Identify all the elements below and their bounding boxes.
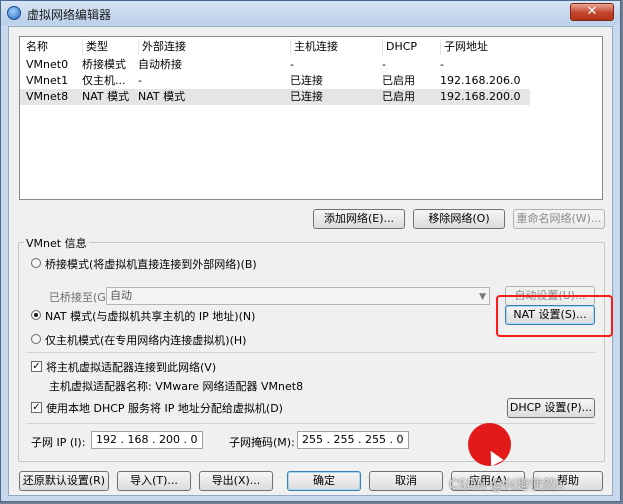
connect-adapter-checkbox[interactable]: ✓ (31, 361, 42, 372)
nat-mode-label[interactable]: NAT 模式(与虚拟机共享主机的 IP 地址)(N) (45, 308, 255, 324)
close-button[interactable]: ✕ (570, 3, 614, 21)
table-cell: 已连接 (290, 74, 323, 87)
restore-defaults-button[interactable]: 还原默认设置(R) (19, 471, 109, 491)
table-cell: VMnet1 (26, 74, 69, 87)
dialog-client-area: 名称 类型 外部连接 主机连接 DHCP 子网地址 VMnet0 桥接模式 自动… (8, 26, 613, 496)
vmnet-info-title: VMnet 信息 (24, 235, 89, 251)
table-cell: 自动桥接 (138, 58, 182, 71)
table-cell: 已启用 (382, 74, 415, 87)
separator (27, 352, 595, 353)
table-cell: - (382, 58, 386, 71)
table-row-vmnet8[interactable]: VMnet8 NAT 模式 NAT 模式 已连接 已启用 192.168.200… (20, 89, 530, 105)
table-row-vmnet0[interactable]: VMnet0 桥接模式 自动桥接 - - - (20, 57, 530, 73)
dhcp-settings-button[interactable]: DHCP 设置(P)... (507, 398, 595, 418)
adapter-name-label: 主机虚拟适配器名称: VMware 网络适配器 VMnet8 (49, 380, 304, 393)
table-cell: NAT 模式 (82, 90, 130, 103)
separator (27, 423, 595, 424)
network-list-header: 名称 类型 外部连接 主机连接 DHCP 子网地址 (20, 39, 530, 55)
bridged-to-value: 自动 (110, 289, 132, 302)
connect-adapter-label[interactable]: 将主机虚拟适配器连接到此网络(V) (46, 359, 216, 375)
nat-settings-highlight (496, 295, 613, 337)
remove-network-button[interactable]: 移除网络(O) (413, 209, 505, 229)
bridged-to-label: 已桥接至(G): (49, 291, 114, 304)
network-list[interactable]: 名称 类型 外部连接 主机连接 DHCP 子网地址 VMnet0 桥接模式 自动… (19, 36, 603, 200)
add-network-button[interactable]: 添加网络(E)... (313, 209, 405, 229)
table-cell: NAT 模式 (138, 90, 186, 103)
dhcp-label[interactable]: 使用本地 DHCP 服务将 IP 地址分配给虚拟机(D) (46, 400, 283, 416)
table-cell: - (138, 74, 142, 87)
window-title: 虚拟网络编辑器 (27, 8, 112, 22)
table-cell: - (440, 58, 444, 71)
dropdown-arrow-icon: ▼ (479, 292, 486, 302)
table-cell: VMnet0 (26, 58, 69, 71)
rename-network-button[interactable]: 重命名网络(W)... (513, 209, 605, 229)
close-icon: ✕ (586, 4, 598, 19)
table-cell: 192.168.200.0 (440, 90, 521, 103)
bridged-to-select[interactable]: 自动 ▼ (106, 287, 490, 305)
host-only-mode-label[interactable]: 仅主机模式(在专用网络内连接虚拟机)(H) (45, 332, 246, 348)
virtual-network-editor-window: 虚拟网络编辑器 ✕ 名称 类型 外部连接 主机连接 DHCP 子网地址 VMne… (0, 0, 621, 502)
table-cell: 已启用 (382, 90, 415, 103)
globe-network-icon (7, 6, 21, 20)
subnet-mask-label: 子网掩码(M): (229, 436, 295, 449)
import-button[interactable]: 导入(T)... (117, 471, 191, 491)
table-cell: VMnet8 (26, 90, 69, 103)
export-button[interactable]: 导出(X)... (199, 471, 273, 491)
column-header-type[interactable]: 类型 (82, 39, 138, 55)
table-cell: 桥接模式 (82, 58, 126, 71)
column-header-host[interactable]: 主机连接 (290, 39, 380, 55)
bridged-mode-radio[interactable] (31, 258, 41, 268)
subnet-mask-input[interactable]: 255 . 255 . 255 . 0 (297, 431, 409, 449)
dhcp-checkbox[interactable]: ✓ (31, 402, 42, 413)
table-cell: - (290, 58, 294, 71)
table-cell: 已连接 (290, 90, 323, 103)
title-bar[interactable]: 虚拟网络编辑器 ✕ (1, 1, 620, 25)
subnet-ip-input[interactable]: 192 . 168 . 200 . 0 (91, 431, 203, 449)
column-header-dhcp[interactable]: DHCP (382, 39, 436, 55)
table-cell: 仅主机... (82, 74, 126, 87)
cancel-button[interactable]: 取消 (369, 471, 443, 491)
bridged-mode-label[interactable]: 桥接模式(将虚拟机直接连接到外部网络)(B) (45, 256, 257, 272)
csdn-watermark: CSDN @兴趣使然h (449, 478, 564, 493)
column-header-subnet[interactable]: 子网地址 (440, 39, 530, 55)
subnet-ip-label: 子网 IP (I): (31, 436, 86, 449)
column-header-name[interactable]: 名称 (26, 39, 78, 55)
host-only-mode-radio[interactable] (31, 334, 41, 344)
nat-mode-radio[interactable] (31, 310, 41, 320)
ok-button[interactable]: 确定 (287, 471, 361, 491)
table-cell: 192.168.206.0 (440, 74, 521, 87)
column-header-external[interactable]: 外部连接 (138, 39, 288, 55)
table-row-vmnet1[interactable]: VMnet1 仅主机... - 已连接 已启用 192.168.206.0 (20, 73, 530, 89)
